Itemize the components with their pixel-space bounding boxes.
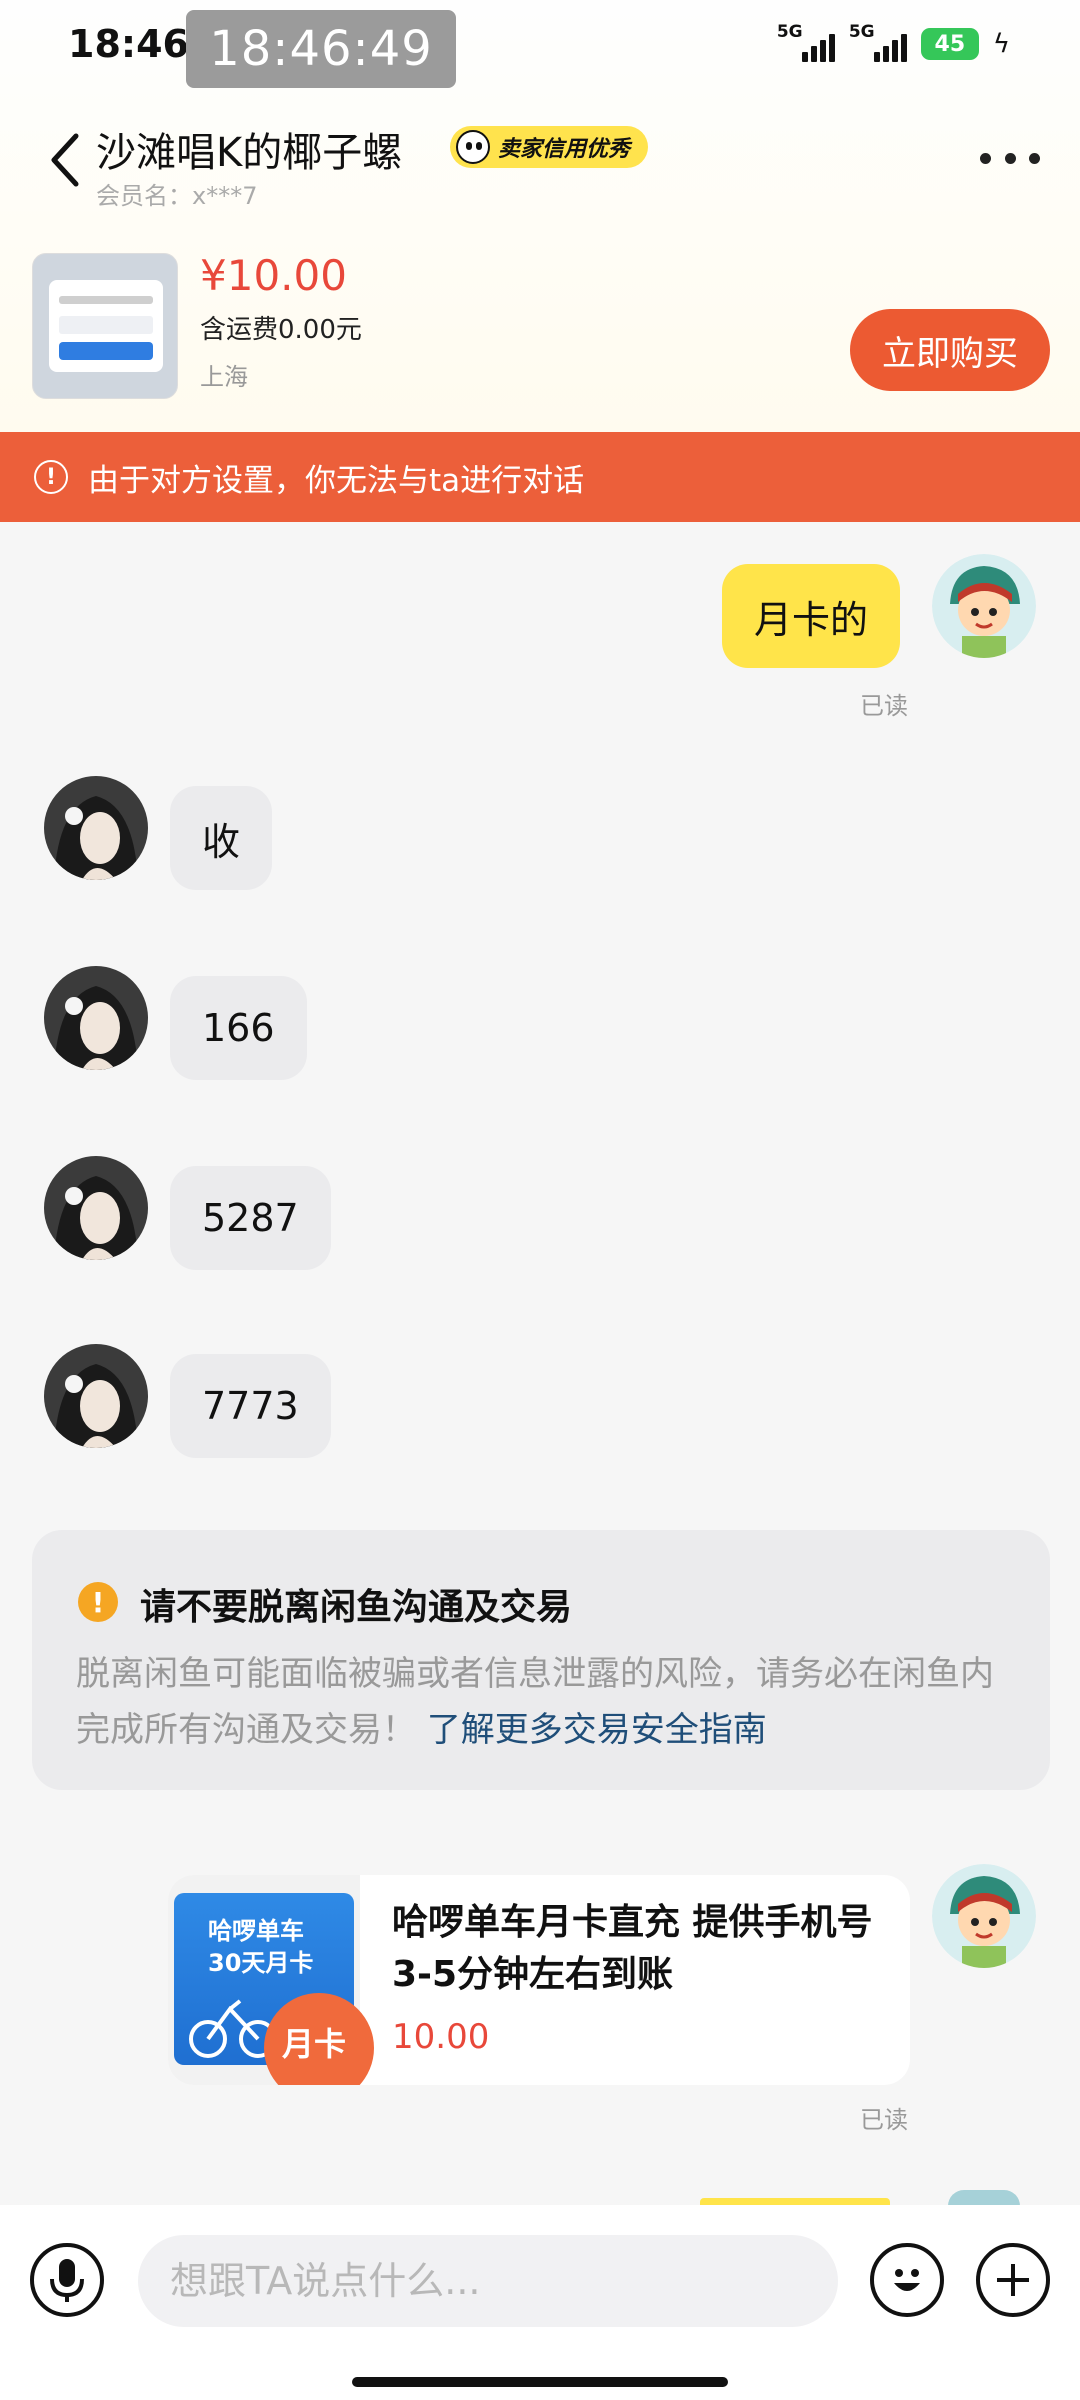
seller-avatar[interactable]: [44, 966, 148, 1070]
notice-title: 请不要脱离闲鱼沟通及交易: [140, 1587, 573, 1628]
image-badge: 月卡: [264, 1993, 374, 2085]
buy-now-button[interactable]: 立即购买: [850, 309, 1050, 391]
home-indicator[interactable]: [352, 2377, 728, 2387]
share-card-title: 哈啰单车月卡直充 提供手机号3-5分钟左右到账: [392, 1902, 873, 1995]
chat-header: 沙滩唱K的椰子螺 卖家信用优秀 会员名：x***7: [0, 110, 1080, 220]
back-arrow-icon[interactable]: [46, 130, 86, 190]
seller-avatar[interactable]: [44, 1344, 148, 1448]
signal-icon: 5G: [848, 22, 907, 64]
message-bubble-received[interactable]: 5287: [170, 1166, 331, 1270]
microphone-icon: [50, 2259, 84, 2302]
image-text-line2: 30天月卡: [208, 1949, 314, 1977]
message-input[interactable]: [138, 2235, 838, 2327]
plus-button[interactable]: [976, 2243, 1050, 2317]
safety-notice: ! 请不要脱离闲鱼沟通及交易 脱离闲鱼可能面临被骗或者信息泄露的风险，请务必在闲…: [32, 1530, 1050, 1790]
restriction-banner: ! 由于对方设置，你无法与ta进行对话: [0, 432, 1080, 522]
my-avatar[interactable]: [932, 1864, 1036, 1968]
product-price: ¥10.00: [200, 251, 347, 300]
status-icons: 5G 5G 45 ϟ: [776, 22, 1010, 64]
shipping-fee: 含运费0.00元: [200, 315, 362, 345]
charging-icon: ϟ: [992, 29, 1010, 59]
partial-avatar: [948, 2190, 1020, 2206]
more-options-icon[interactable]: [980, 150, 1040, 166]
product-thumbnail[interactable]: [32, 253, 178, 399]
alert-circle-icon: !: [34, 460, 68, 494]
read-status: 已读: [860, 2106, 908, 2134]
fish-face-icon: [456, 130, 490, 164]
image-text-line1: 哈啰单车: [208, 1917, 304, 1945]
message-bubble-received[interactable]: 7773: [170, 1354, 331, 1458]
product-image: 哈啰单车 30天月卡 月卡: [168, 1875, 374, 2085]
restriction-text: 由于对方设置，你无法与ta进行对话: [88, 462, 585, 499]
status-bar: 18:46 18:46:49 5G 5G 45 ϟ: [0, 0, 1080, 90]
message-bubble-received[interactable]: 166: [170, 976, 307, 1080]
emoji-button[interactable]: [870, 2243, 944, 2317]
product-card[interactable]: ¥10.00 含运费0.00元 上海 立即购买: [0, 245, 1080, 415]
badge-label: 卖家信用优秀: [498, 137, 631, 162]
message-bubble-sent[interactable]: 月卡的: [722, 564, 901, 668]
plus-icon: [997, 2264, 1029, 2296]
voice-input-button[interactable]: [30, 2243, 104, 2317]
product-location: 上海: [200, 363, 248, 391]
network-type: 5G: [776, 22, 803, 42]
product-share-card[interactable]: 哈啰单车 30天月卡 月卡 哈啰单车月卡直充 提供手机号3-5分钟左右到账 10…: [168, 1875, 910, 2085]
smiley-icon: [894, 2269, 920, 2291]
clock-overlay: 18:46:49: [186, 10, 456, 88]
warning-icon: !: [78, 1582, 118, 1622]
seller-avatar[interactable]: [44, 1156, 148, 1260]
signal-icon: 5G: [776, 22, 835, 64]
message-bubble-received[interactable]: 收: [170, 786, 273, 890]
member-name: 会员名：x***7: [96, 182, 258, 210]
status-time: 18:46: [68, 22, 189, 66]
battery-icon: 45: [920, 28, 979, 60]
input-bar: [0, 2205, 1080, 2400]
seller-avatar[interactable]: [44, 776, 148, 880]
read-status: 已读: [860, 692, 908, 720]
chat-title: 沙滩唱K的椰子螺: [96, 130, 403, 176]
notice-body: 脱离闲鱼可能面临被骗或者信息泄露的风险，请务必在闲鱼内完成所有沟通及交易！ 了解…: [76, 1646, 1026, 1758]
my-avatar[interactable]: [932, 554, 1036, 658]
network-type: 5G: [848, 22, 875, 42]
seller-credit-badge: 卖家信用优秀: [450, 126, 649, 168]
share-card-price: 10.00: [392, 2017, 490, 2057]
safety-guide-link[interactable]: 了解更多交易安全指南: [427, 1710, 767, 1750]
